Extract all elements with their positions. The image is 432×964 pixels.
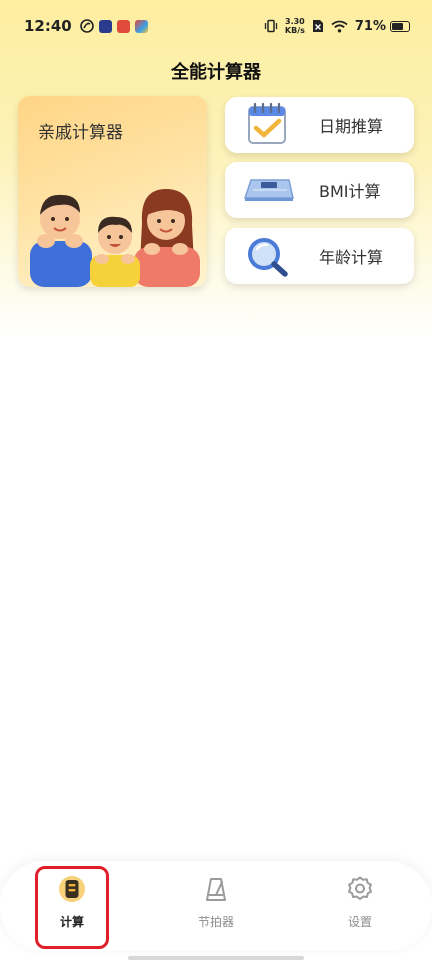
nav-item-calculate[interactable]: 计算 [32, 861, 112, 951]
status-time: 12:40 [24, 17, 72, 35]
nav-item-metronome[interactable]: 节拍器 [176, 861, 256, 951]
nav-item-settings[interactable]: 设置 [320, 861, 400, 951]
calendar-check-icon [248, 102, 286, 144]
family-illustration [30, 189, 200, 287]
network-speed-value: 3.30 [285, 17, 305, 26]
leaf-app-icon [79, 19, 94, 33]
video-app-icon [98, 19, 112, 33]
scale-icon [243, 179, 294, 201]
bmi-calculation-card[interactable]: BMI计算 [225, 162, 414, 218]
calculator-icon [59, 876, 85, 902]
date-calculation-card[interactable]: 日期推算 [225, 97, 414, 153]
network-speed-unit: KB/s [284, 26, 305, 35]
wifi-icon [331, 20, 348, 32]
battery-icon [390, 20, 410, 32]
shop-app-icon [116, 19, 130, 33]
game-app-icon [134, 19, 148, 33]
notification-icons [79, 19, 148, 33]
nav-label-metronome: 节拍器 [197, 915, 234, 929]
relative-calculator-card[interactable]: 亲戚计算器 [18, 96, 207, 287]
bottom-navigation: 计算 节拍器 设置 [0, 861, 432, 951]
age-calculation-card[interactable]: 年龄计算 [225, 228, 414, 284]
home-indicator[interactable] [128, 956, 304, 960]
battery-fill [392, 22, 404, 30]
page-title: 全能计算器 [171, 62, 261, 83]
nav-label-settings: 设置 [347, 915, 372, 929]
status-bar: 12:40 3.30 KB/s 71% [0, 0, 432, 52]
age-calculation-label: 年龄计算 [319, 248, 384, 267]
metronome-icon [206, 878, 226, 901]
gear-icon [348, 876, 372, 900]
battery-status: 71% [355, 19, 410, 34]
battery-percent: 71% [354, 18, 386, 34]
bmi-calculation-label: BMI计算 [319, 182, 381, 201]
nav-label-calculate: 计算 [59, 915, 84, 929]
network-speed: 3.30 KB/s [285, 17, 305, 35]
no-sim-icon [312, 20, 323, 32]
magnifier-icon [248, 238, 288, 277]
date-calculation-label: 日期推算 [319, 117, 384, 136]
vibrate-icon [264, 19, 278, 33]
relative-calculator-label: 亲戚计算器 [38, 123, 123, 143]
